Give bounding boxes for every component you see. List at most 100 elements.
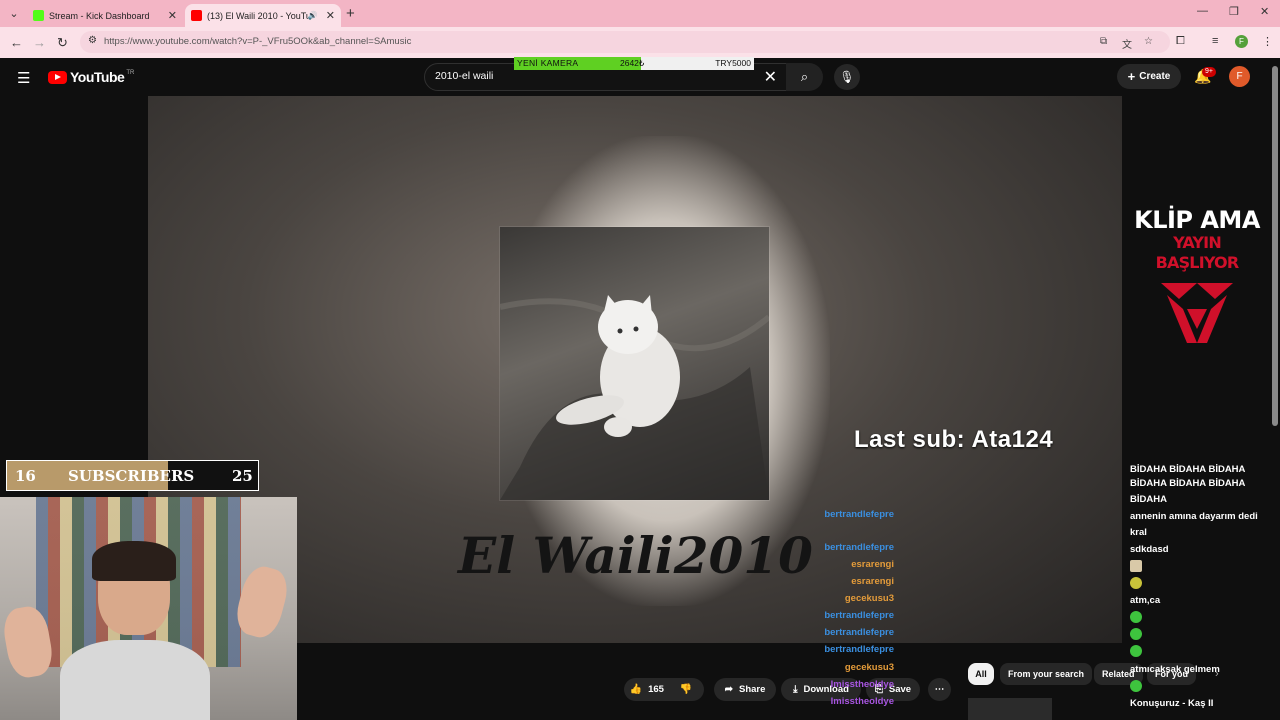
like-count[interactable]: 165 bbox=[648, 684, 664, 695]
scrollbar-thumb[interactable] bbox=[1272, 66, 1278, 426]
webcam-feed bbox=[0, 497, 297, 720]
kick-favicon-icon bbox=[33, 10, 44, 21]
forward-icon[interactable]: → bbox=[33, 35, 46, 50]
emote-icon bbox=[1130, 611, 1142, 624]
emote-icon bbox=[1130, 577, 1142, 590]
youtube-favicon-icon bbox=[191, 10, 202, 21]
chip-all[interactable]: All bbox=[968, 663, 994, 685]
klip-line-1: KLİP AMA bbox=[1134, 206, 1260, 234]
chat-username: bertrandlefepre bbox=[824, 627, 894, 638]
chat-text: kral bbox=[1130, 527, 1147, 538]
thumbs-up-icon[interactable]: 👍 bbox=[630, 684, 642, 695]
chat-text: BİDAHA BİDAHA BİDAHA bbox=[1130, 478, 1246, 489]
emote-icon bbox=[1130, 645, 1142, 658]
like-dislike-group: 👍 165 👎 bbox=[624, 678, 704, 701]
download-icon: ⤓ bbox=[793, 684, 798, 695]
emote-icon bbox=[1130, 680, 1142, 693]
recommended-thumbnail[interactable] bbox=[968, 698, 1052, 720]
hamburger-menu-icon[interactable]: ☰ bbox=[17, 69, 30, 87]
chat-text: sdkdasd bbox=[1130, 544, 1169, 555]
browser-tab-kick[interactable]: Stream - Kick Dashboard ✕ bbox=[27, 4, 183, 27]
chat-username: gecekusu3 bbox=[844, 662, 894, 673]
klip-line-2: YAYIN BAŞLIYOR bbox=[1155, 233, 1240, 272]
last-subscriber-text: Last sub: Ata124 bbox=[854, 426, 1054, 453]
chat-username: esrarengi bbox=[851, 559, 894, 570]
search-query: 2010-el waili bbox=[435, 70, 494, 82]
channel-emblem-logo bbox=[1161, 283, 1233, 343]
camera-goal-bar: YENİ KAMERA 2642₺ TRY5000 bbox=[514, 57, 754, 70]
back-icon[interactable]: ← bbox=[10, 35, 23, 50]
cat-photo bbox=[499, 227, 771, 500]
site-info-icon[interactable]: ⚙ bbox=[88, 35, 97, 46]
camera-goal-label: YENİ KAMERA bbox=[517, 58, 579, 68]
bookmark-star-icon[interactable]: ☆ bbox=[1144, 36, 1153, 47]
chat-username: bertrandlefepre bbox=[824, 542, 894, 553]
tab-close-icon[interactable]: ✕ bbox=[168, 9, 177, 22]
close-window-icon[interactable]: ✕ bbox=[1260, 5, 1269, 18]
more-horizontal-icon: ⋯ bbox=[934, 684, 945, 695]
address-bar[interactable]: ⚙ https://www.youtube.com/watch?v=P-_VFr… bbox=[80, 31, 1170, 53]
browser-menu-icon[interactable]: ⋮ bbox=[1262, 35, 1273, 48]
video-caption-text: El Waili2010 bbox=[458, 526, 813, 585]
share-icon: ➦ bbox=[724, 684, 733, 695]
camera-goal-current: 2642₺ bbox=[620, 58, 645, 68]
share-label: Share bbox=[738, 684, 766, 695]
new-tab-button[interactable]: + bbox=[346, 5, 355, 22]
extensions-icon[interactable]: ⧠ bbox=[1176, 35, 1185, 48]
subscribers-target: 25 bbox=[232, 467, 253, 485]
browser-toolbar: ← → ↻ ⚙ https://www.youtube.com/watch?v=… bbox=[0, 27, 1280, 58]
chat-text: BİDAHA bbox=[1130, 494, 1167, 505]
chat-username: esrarengi bbox=[851, 576, 894, 587]
klip-ama-overlay: KLİP AMA YAYIN BAŞLIYOR bbox=[1130, 207, 1264, 356]
cast-icon[interactable]: ⧉ bbox=[1100, 36, 1107, 47]
chat-username: bertrandlefepre bbox=[824, 509, 894, 520]
share-button[interactable]: ➦ Share bbox=[714, 678, 776, 701]
chat-text: annenin amına dayarım dedi bbox=[1130, 511, 1258, 522]
search-icon: ⌕ bbox=[800, 69, 809, 84]
youtube-logo[interactable]: YouTube TR bbox=[48, 69, 134, 85]
chat-username: Imisstheoldye bbox=[830, 679, 894, 690]
reload-icon[interactable]: ↻ bbox=[57, 35, 68, 51]
chat-username: gecekusu3 bbox=[844, 593, 894, 604]
chat-username: bertrandlefepre bbox=[824, 610, 894, 621]
camera-goal-target: TRY5000 bbox=[715, 58, 751, 68]
create-label: Create bbox=[1139, 71, 1171, 82]
more-actions-button[interactable]: ⋯ bbox=[928, 678, 951, 701]
account-avatar[interactable]: F bbox=[1229, 66, 1250, 87]
minimize-icon[interactable]: — bbox=[1197, 5, 1208, 17]
clear-search-icon[interactable]: ✕ bbox=[764, 67, 777, 87]
url-text: https://www.youtube.com/watch?v=P-_VFru5… bbox=[104, 36, 412, 47]
browser-tab-youtube[interactable]: (13) El Waili 2010 - YouTube 🔊 ✕ bbox=[185, 4, 341, 27]
tab-title: (13) El Waili 2010 - YouTube bbox=[207, 10, 308, 21]
thumbs-down-icon[interactable]: 👎 bbox=[680, 684, 692, 695]
notifications-badge: 9+ bbox=[1202, 67, 1216, 77]
emote-icon bbox=[1130, 628, 1142, 641]
tab-title: Stream - Kick Dashboard bbox=[49, 10, 150, 21]
chat-username: bertrandlefepre bbox=[824, 644, 894, 655]
chat-text: Konuşuruz - Kaş II bbox=[1130, 698, 1214, 709]
chat-text: atm,ca bbox=[1130, 595, 1161, 606]
chat-text: atmıcaksak gelmem bbox=[1130, 664, 1220, 675]
microphone-icon: 🎙 bbox=[839, 70, 855, 84]
emote-icon bbox=[1130, 560, 1142, 573]
tab-close-icon[interactable]: ✕ bbox=[326, 9, 335, 22]
tab-search-chevron-icon[interactable]: ⌄ bbox=[5, 5, 23, 23]
subscribers-label: SUBSCRIBERS bbox=[68, 467, 195, 485]
youtube-logo-text: YouTube bbox=[70, 69, 125, 85]
chip-from-your-search[interactable]: From your search bbox=[1000, 663, 1093, 685]
translate-icon[interactable]: 文 bbox=[1122, 36, 1132, 51]
reading-list-icon[interactable]: ≡ bbox=[1212, 35, 1218, 47]
plus-icon: + bbox=[1127, 69, 1136, 84]
cat-illustration bbox=[499, 295, 771, 500]
browser-profile-avatar[interactable]: F bbox=[1235, 35, 1248, 48]
youtube-play-logo-icon bbox=[48, 70, 67, 84]
create-button[interactable]: + Create bbox=[1117, 64, 1181, 89]
chat-username: Imisstheoldye bbox=[830, 696, 894, 707]
search-button[interactable]: ⌕ bbox=[786, 63, 823, 91]
subscribers-goal-bar: 16 SUBSCRIBERS 25 bbox=[6, 460, 259, 491]
voice-search-button[interactable]: 🎙 bbox=[834, 64, 860, 90]
restore-icon[interactable]: ❐ bbox=[1229, 5, 1239, 18]
speaker-icon[interactable]: 🔊 bbox=[308, 11, 318, 20]
page-scrollbar[interactable] bbox=[1270, 58, 1280, 720]
streamer bbox=[60, 541, 210, 720]
